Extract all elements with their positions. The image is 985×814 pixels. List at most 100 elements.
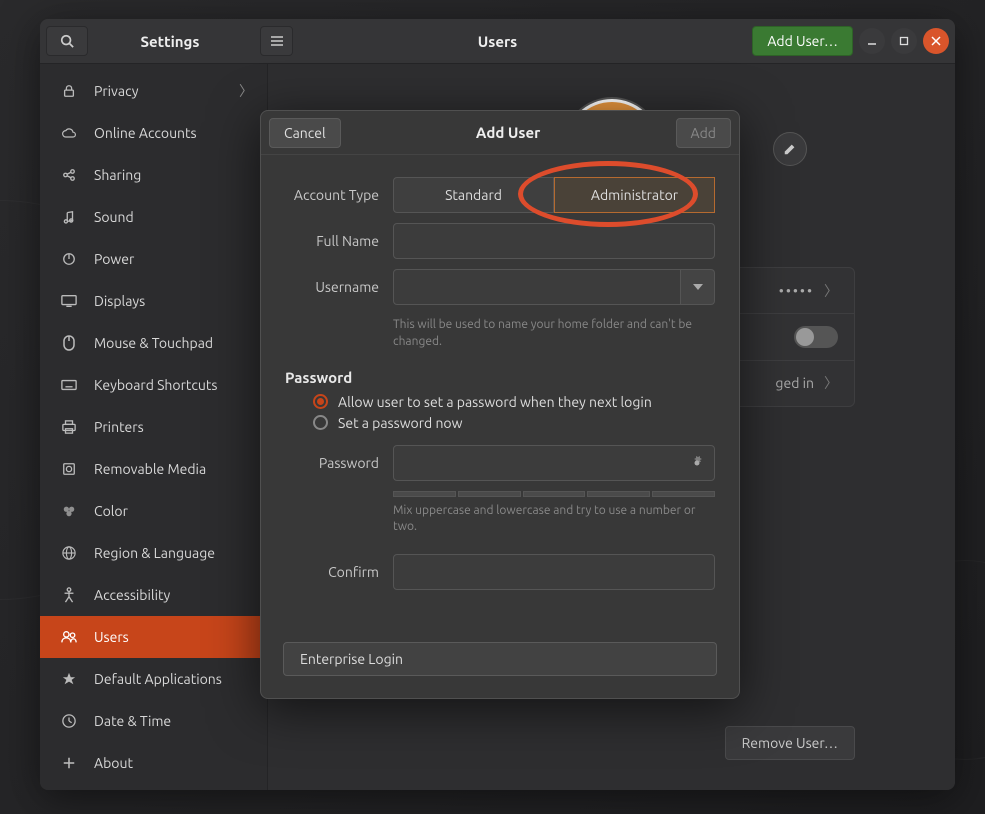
sidebar-item-label: Displays xyxy=(94,293,145,309)
sidebar-item-color[interactable]: Color xyxy=(40,490,267,532)
sidebar-item-region-language[interactable]: Region & Language xyxy=(40,532,267,574)
sidebar-item-label: Mouse & Touchpad xyxy=(94,335,213,351)
sidebar-item-privacy[interactable]: Privacy 〉 xyxy=(40,70,267,112)
cancel-button[interactable]: Cancel xyxy=(269,118,341,148)
sidebar-item-label: Printers xyxy=(94,419,144,435)
sidebar-item-about[interactable]: About xyxy=(40,742,267,784)
sidebar-item-mouse-touchpad[interactable]: Mouse & Touchpad xyxy=(40,322,267,364)
sidebar-item-printers[interactable]: Printers xyxy=(40,406,267,448)
radio-icon xyxy=(313,415,328,430)
accessibility-icon xyxy=(58,587,80,603)
radio-next-login-label: Allow user to set a password when they n… xyxy=(338,394,652,410)
radio-icon xyxy=(313,394,328,409)
sidebar-item-label: Color xyxy=(94,503,128,519)
sidebar-item-displays[interactable]: Displays xyxy=(40,280,267,322)
username-input[interactable] xyxy=(393,269,681,305)
chevron-right-icon: 〉 xyxy=(824,281,838,301)
sidebar-item-label: Privacy xyxy=(94,83,138,99)
username-dropdown-button[interactable] xyxy=(681,269,715,305)
users-icon xyxy=(58,630,80,644)
gear-icon xyxy=(689,455,705,471)
full-name-label: Full Name xyxy=(285,233,393,249)
radio-set-now[interactable]: Set a password now xyxy=(285,415,715,431)
power-icon xyxy=(58,252,80,266)
password-dots: ••••• xyxy=(779,283,814,299)
display-icon xyxy=(58,294,80,308)
sidebar-item-label: About xyxy=(94,755,133,771)
hamburger-button[interactable] xyxy=(260,26,293,56)
account-type-standard[interactable]: Standard xyxy=(393,177,554,213)
sidebar-item-online-accounts[interactable]: Online Accounts xyxy=(40,112,267,154)
sidebar-item-label: Region & Language xyxy=(94,545,215,561)
sidebar-item-accessibility[interactable]: Accessibility xyxy=(40,574,267,616)
account-type-label: Account Type xyxy=(285,187,393,203)
sidebar-item-label: Online Accounts xyxy=(94,125,197,141)
globe-icon xyxy=(58,546,80,560)
sidebar-item-label: Accessibility xyxy=(94,587,170,603)
close-button[interactable] xyxy=(923,28,949,54)
sidebar-item-label: Default Applications xyxy=(94,671,222,687)
chevron-right-icon: 〉 xyxy=(239,81,253,101)
sidebar-item-label: Sharing xyxy=(94,167,141,183)
autologin-toggle[interactable] xyxy=(794,326,838,348)
minimize-button[interactable] xyxy=(859,28,885,54)
dialog-title: Add User xyxy=(476,124,540,141)
password-heading: Password xyxy=(285,369,715,386)
minimize-icon xyxy=(867,36,877,46)
keyboard-icon xyxy=(58,379,80,391)
edit-avatar-button[interactable] xyxy=(773,132,807,166)
password-input[interactable] xyxy=(393,445,715,481)
full-name-input[interactable] xyxy=(393,223,715,259)
search-button[interactable] xyxy=(46,26,88,56)
password-hint: Mix uppercase and lowercase and try to u… xyxy=(393,501,715,537)
hamburger-icon xyxy=(270,35,284,47)
sidebar-item-date-time[interactable]: Date & Time xyxy=(40,700,267,742)
sidebar-item-label: Removable Media xyxy=(94,461,206,477)
remove-user-button[interactable]: Remove User… xyxy=(725,726,855,760)
sidebar-item-default-applications[interactable]: Default Applications xyxy=(40,658,267,700)
sidebar-item-removable-media[interactable]: Removable Media xyxy=(40,448,267,490)
sidebar-item-label: Users xyxy=(94,629,129,645)
confirm-label: Confirm xyxy=(285,564,393,580)
add-user-dialog: Cancel Add User Add Account Type Standar… xyxy=(260,110,740,699)
color-icon xyxy=(58,504,80,518)
account-type-administrator[interactable]: Administrator xyxy=(554,177,715,213)
titlebar: Settings Users Add User… xyxy=(40,19,955,64)
sidebar-item-sharing[interactable]: Sharing xyxy=(40,154,267,196)
confirm-password-input[interactable] xyxy=(393,554,715,590)
enterprise-login-button[interactable]: Enterprise Login xyxy=(283,642,717,676)
settings-title: Settings xyxy=(100,33,240,50)
page-title: Users xyxy=(300,33,695,50)
sidebar-item-label: Power xyxy=(94,251,134,267)
last-login-text: ged in xyxy=(775,375,814,391)
mouse-icon xyxy=(58,335,80,351)
sidebar-item-sound[interactable]: Sound xyxy=(40,196,267,238)
add-user-button[interactable]: Add User… xyxy=(752,26,853,56)
password-strength-meter xyxy=(393,491,715,497)
sidebar-item-label: Keyboard Shortcuts xyxy=(94,377,217,393)
generate-password-button[interactable] xyxy=(685,451,709,475)
lock-icon xyxy=(58,84,80,98)
chevron-down-icon xyxy=(693,284,703,290)
add-button[interactable]: Add xyxy=(676,118,731,148)
username-hint: This will be used to name your home fold… xyxy=(393,315,715,351)
plus-icon xyxy=(58,756,80,770)
pencil-icon xyxy=(783,142,797,156)
password-label: Password xyxy=(285,455,393,471)
star-icon xyxy=(58,672,80,686)
share-icon xyxy=(58,168,80,182)
sidebar-item-label: Sound xyxy=(94,209,134,225)
search-icon xyxy=(60,34,74,48)
clock-icon xyxy=(58,714,80,728)
username-label: Username xyxy=(285,279,393,295)
radio-set-now-label: Set a password now xyxy=(338,415,462,431)
sidebar-item-users[interactable]: Users xyxy=(40,616,267,658)
radio-next-login[interactable]: Allow user to set a password when they n… xyxy=(285,394,715,410)
media-icon xyxy=(58,462,80,476)
cloud-icon xyxy=(58,126,80,140)
sidebar-item-power[interactable]: Power xyxy=(40,238,267,280)
chevron-right-icon: 〉 xyxy=(824,373,838,393)
sidebar-item-keyboard-shortcuts[interactable]: Keyboard Shortcuts xyxy=(40,364,267,406)
maximize-button[interactable] xyxy=(891,28,917,54)
sidebar-item-label: Date & Time xyxy=(94,713,171,729)
